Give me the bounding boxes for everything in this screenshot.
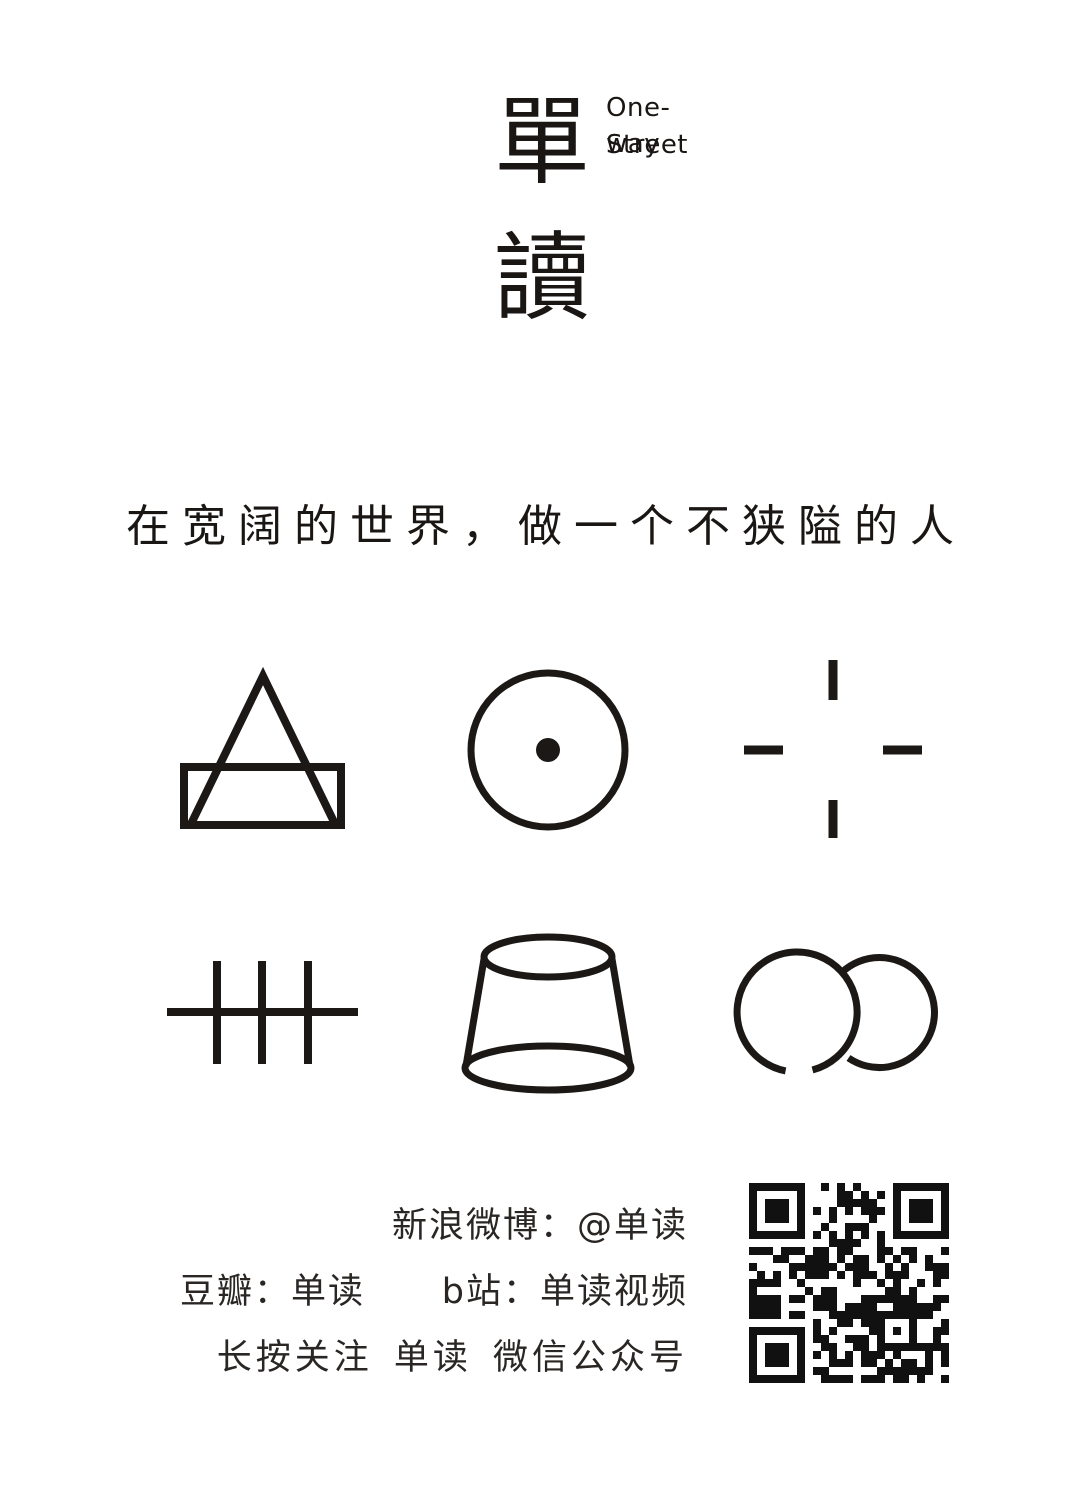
tally-marks-icon <box>167 961 358 1064</box>
circle-dot-icon <box>467 669 629 831</box>
triangle-over-rectangle-icon <box>180 666 345 829</box>
wechat-follow-text: 长按关注 单读 微信公众号 <box>216 1338 688 1378</box>
crosshair-icon <box>744 660 922 838</box>
truncated-cone-icon <box>461 933 635 1094</box>
logo-char-bottom: 讀 <box>494 222 590 334</box>
interlocking-rings-icon <box>733 948 938 1075</box>
douban-handle: 豆瓣：单读 <box>180 1272 366 1312</box>
bilibili-handle: b站：单读视频 <box>441 1272 688 1312</box>
weibo-handle: 新浪微博：@单读 <box>391 1206 688 1246</box>
slogan: 在宽阔的世界，做一个不狭隘的人 <box>126 501 966 552</box>
logo-english-line2: Street <box>606 130 689 160</box>
qr-code-icon[interactable] <box>748 1183 950 1383</box>
logo-char-top: 單 <box>494 86 590 198</box>
